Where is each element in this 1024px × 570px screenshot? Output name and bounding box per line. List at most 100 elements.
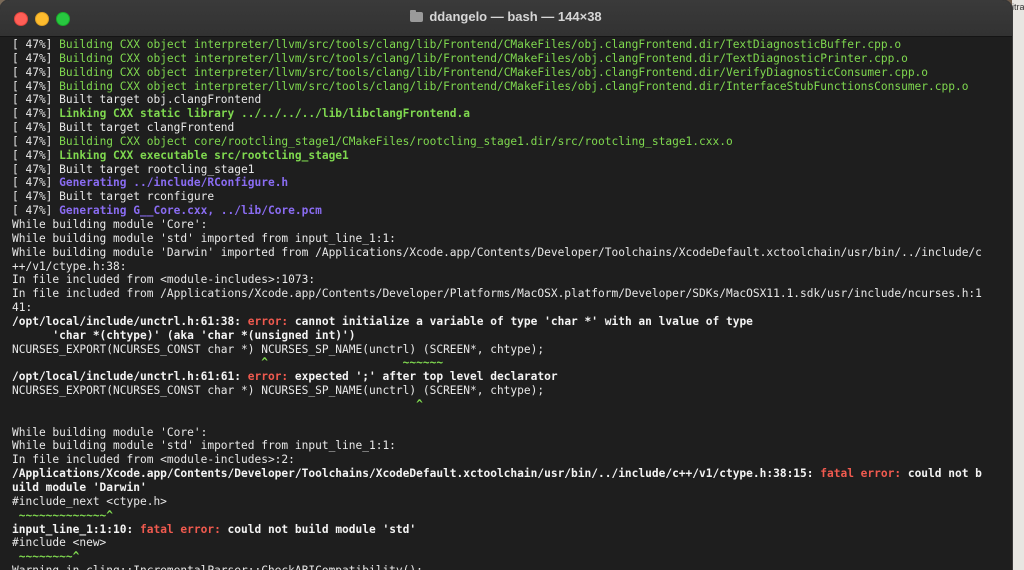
terminal-text: could not build module 'std' <box>227 522 417 536</box>
terminal-output[interactable]: [ 47%] Building CXX object interpreter/l… <box>0 37 1012 570</box>
terminal-text: uild module 'Darwin' <box>12 481 147 494</box>
terminal-line: [ 47%] Linking CXX static library ../../… <box>12 107 1012 121</box>
terminal-text: [ 47%] <box>12 148 60 162</box>
terminal-line: While building module 'Core': <box>12 218 1012 232</box>
terminal-text: 'char *(chtype)' (aka 'char *(unsigned i… <box>12 328 356 342</box>
terminal-line: /Applications/Xcode.app/Contents/Develop… <box>12 467 1012 481</box>
terminal-line: [ 47%] Built target obj.clangFrontend <box>12 93 1012 107</box>
terminal-text: NCURSES_EXPORT(NCURSES_CONST char *) NCU… <box>12 342 545 356</box>
terminal-text: error: <box>247 370 295 384</box>
terminal-line: [ 47%] Generating G__Core.cxx, ../lib/Co… <box>12 204 1012 218</box>
terminal-text: While building module 'std' imported fro… <box>12 439 396 453</box>
terminal-line: #include_next <ctype.h> <box>12 495 1012 509</box>
terminal-text: expected ';' after top level declarator <box>294 370 558 384</box>
terminal-line: /opt/local/include/unctrl.h:61:61: error… <box>12 370 1012 384</box>
terminal-text: [ 47%] <box>12 107 60 121</box>
terminal-text: ++/v1/ctype.h:38: <box>12 259 127 273</box>
terminal-text: NCURSES_EXPORT(NCURSES_CONST char *) NCU… <box>12 384 545 398</box>
terminal-text: cannot initialize a variable of type 'ch… <box>294 314 753 328</box>
terminal-line: uild module 'Darwin' <box>12 481 1012 495</box>
terminal-text: fatal error: <box>820 467 908 481</box>
terminal-line: input_line_1:1:10: fatal error: could no… <box>12 523 1012 537</box>
terminal-text: ~~~~~~~~^ <box>12 550 80 564</box>
terminal-text: error: <box>247 314 295 328</box>
terminal-line: ++/v1/ctype.h:38: <box>12 260 1012 274</box>
window-title: ddangelo — bash — 144×38 <box>429 9 602 24</box>
terminal-text: Generating G__Core.cxx, ../lib/Core.pcm <box>59 204 322 218</box>
terminal-line: [ 47%] Linking CXX executable src/rootcl… <box>12 149 1012 163</box>
terminal-text: While building module 'Darwin' imported … <box>12 245 982 259</box>
desktop-background-right: itra <box>1012 0 1024 570</box>
terminal-text: Building CXX object interpreter/llvm/src… <box>59 79 969 93</box>
terminal-line: NCURSES_EXPORT(NCURSES_CONST char *) NCU… <box>12 384 1012 398</box>
terminal-line: While building module 'std' imported fro… <box>12 439 1012 453</box>
terminal-text: [ 47%] <box>12 134 60 148</box>
terminal-text: Building CXX object interpreter/llvm/src… <box>59 51 908 65</box>
terminal-text: /opt/local/include/unctrl.h:61:38: <box>12 314 248 328</box>
terminal-line: ~~~~~~~~~~~~~^ <box>12 509 1012 523</box>
terminal-text: In file included from <module-includes>:… <box>12 453 295 467</box>
terminal-text: In file included from /Applications/Xcod… <box>12 287 982 301</box>
terminal-text: While building module 'std' imported fro… <box>12 231 396 245</box>
terminal-text: /opt/local/include/unctrl.h:61:61: <box>12 370 248 384</box>
terminal-text: input_line_1:1:10: <box>12 522 140 536</box>
terminal-text: Building CXX object core/rootcling_stage… <box>59 134 733 148</box>
terminal-line: While building module 'Darwin' imported … <box>12 246 1012 260</box>
terminal-text: [ 47%] <box>12 176 60 190</box>
folder-icon <box>410 10 424 22</box>
terminal-line: ~~~~~~~~^ <box>12 550 1012 564</box>
terminal-text: ^ ~~~~~~ <box>12 356 444 370</box>
terminal-text: could not b <box>907 467 982 481</box>
terminal-line: [ 47%] Generating ../include/RConfigure.… <box>12 176 1012 190</box>
terminal-text: #include <new> <box>12 536 107 550</box>
terminal-text: [ 47%] <box>12 79 60 93</box>
terminal-text: [ 47%] Built target obj.clangFrontend <box>12 93 262 107</box>
terminal-line: [ 47%] Building CXX object core/rootclin… <box>12 135 1012 149</box>
window-title-container: ddangelo — bash — 144×38 <box>0 9 1012 24</box>
title-bar[interactable]: ddangelo — bash — 144×38 <box>0 0 1012 37</box>
terminal-line: [ 47%] Building CXX object interpreter/l… <box>12 66 1012 80</box>
terminal-text: [ 47%] Built target rootcling_stage1 <box>12 162 255 176</box>
terminal-line: ^ <box>12 398 1012 412</box>
terminal-line: While building module 'std' imported fro… <box>12 232 1012 246</box>
terminal-text: [ 47%] Built target rconfigure <box>12 190 215 204</box>
terminal-text: [ 47%] <box>12 65 60 79</box>
terminal-text: 41: <box>12 301 33 315</box>
terminal-text: Building CXX object interpreter/llvm/src… <box>59 38 902 51</box>
desktop-partial-text: itra <box>1012 2 1024 12</box>
terminal-line: [ 47%] Building CXX object interpreter/l… <box>12 80 1012 94</box>
terminal-line: ^ ~~~~~~ <box>12 356 1012 370</box>
terminal-line: 'char *(chtype)' (aka 'char *(unsigned i… <box>12 329 1012 343</box>
terminal-line: In file included from <module-includes>:… <box>12 273 1012 287</box>
terminal-text: Generating ../include/RConfigure.h <box>59 176 289 190</box>
terminal-line: [ 47%] Built target rconfigure <box>12 190 1012 204</box>
terminal-line: Warning in cling::IncrementalParser::Che… <box>12 564 1012 570</box>
terminal-line: In file included from <module-includes>:… <box>12 453 1012 467</box>
terminal-line: [ 47%] Built target rootcling_stage1 <box>12 163 1012 177</box>
terminal-text: Building CXX object interpreter/llvm/src… <box>59 65 929 79</box>
terminal-line: While building module 'Core': <box>12 426 1012 440</box>
terminal-text: Warning in cling::IncrementalParser::Che… <box>12 564 423 570</box>
terminal-line: NCURSES_EXPORT(NCURSES_CONST char *) NCU… <box>12 343 1012 357</box>
terminal-text: [ 47%] <box>12 204 60 218</box>
terminal-line: In file included from /Applications/Xcod… <box>12 287 1012 301</box>
terminal-window: ddangelo — bash — 144×38 [ 47%] Building… <box>0 0 1012 570</box>
terminal-line: #include <new> <box>12 536 1012 550</box>
terminal-text: /Applications/Xcode.app/Contents/Develop… <box>12 467 821 481</box>
terminal-text: [ 47%] <box>12 38 60 51</box>
terminal-text: Linking CXX executable src/rootcling_sta… <box>59 148 349 162</box>
terminal-text: ~~~~~~~~~~~~~^ <box>12 508 114 522</box>
terminal-text: Linking CXX static library ../../../../l… <box>59 107 471 121</box>
terminal-text: [ 47%] <box>12 51 60 65</box>
terminal-text: #include_next <ctype.h> <box>12 494 167 508</box>
terminal-line: [ 47%] Building CXX object interpreter/l… <box>12 38 1012 52</box>
terminal-line: 41: <box>12 301 1012 315</box>
terminal-line: /opt/local/include/unctrl.h:61:38: error… <box>12 315 1012 329</box>
terminal-line: [ 47%] Built target clangFrontend <box>12 121 1012 135</box>
terminal-text: In file included from <module-includes>:… <box>12 273 316 287</box>
terminal-line: [ 47%] Building CXX object interpreter/l… <box>12 52 1012 66</box>
terminal-text: fatal error: <box>139 522 228 536</box>
terminal-text: [ 47%] Built target clangFrontend <box>12 121 235 135</box>
terminal-text: ^ <box>12 397 423 411</box>
